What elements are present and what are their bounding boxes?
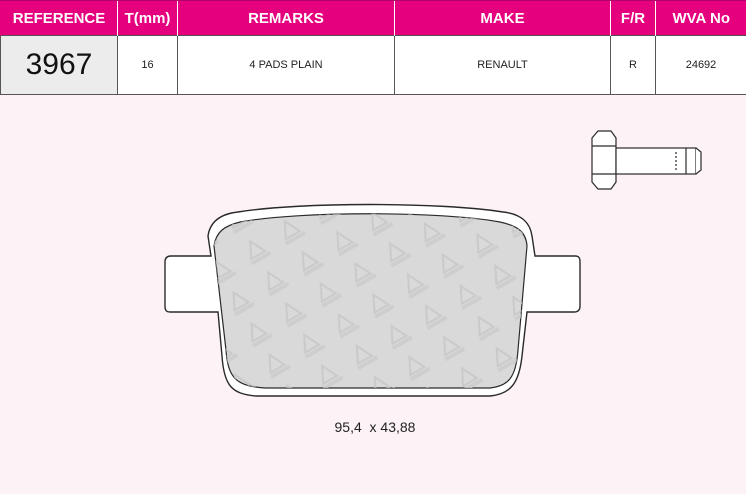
bolt-icon — [591, 130, 702, 190]
cell-thickness: 16 — [117, 35, 178, 95]
header-wva-number: WVA No — [655, 0, 746, 36]
header-remarks: REMARKS — [177, 0, 395, 36]
table-header-row: REFERENCE T(mm) REMARKS MAKE F/R WVA No — [0, 0, 746, 36]
header-make: MAKE — [394, 0, 611, 36]
table-row: 3967 16 4 PADS PLAIN RENAULT R 24692 — [0, 35, 746, 95]
cell-reference: 3967 — [0, 35, 118, 95]
cell-make: RENAULT — [394, 35, 611, 95]
brake-logo-watermark-icon — [214, 213, 527, 388]
header-reference: REFERENCE — [0, 0, 118, 36]
cell-front-rear: R — [610, 35, 656, 95]
header-thickness: T(mm) — [117, 0, 178, 36]
cell-wva-number: 24692 — [655, 35, 746, 95]
pad-dimensions: 95,4 x 43,88 — [334, 419, 416, 435]
header-front-rear: F/R — [610, 0, 656, 36]
product-spec-table: REFERENCE T(mm) REMARKS MAKE F/R WVA No … — [0, 0, 746, 95]
cell-remarks: 4 PADS PLAIN — [177, 35, 395, 95]
